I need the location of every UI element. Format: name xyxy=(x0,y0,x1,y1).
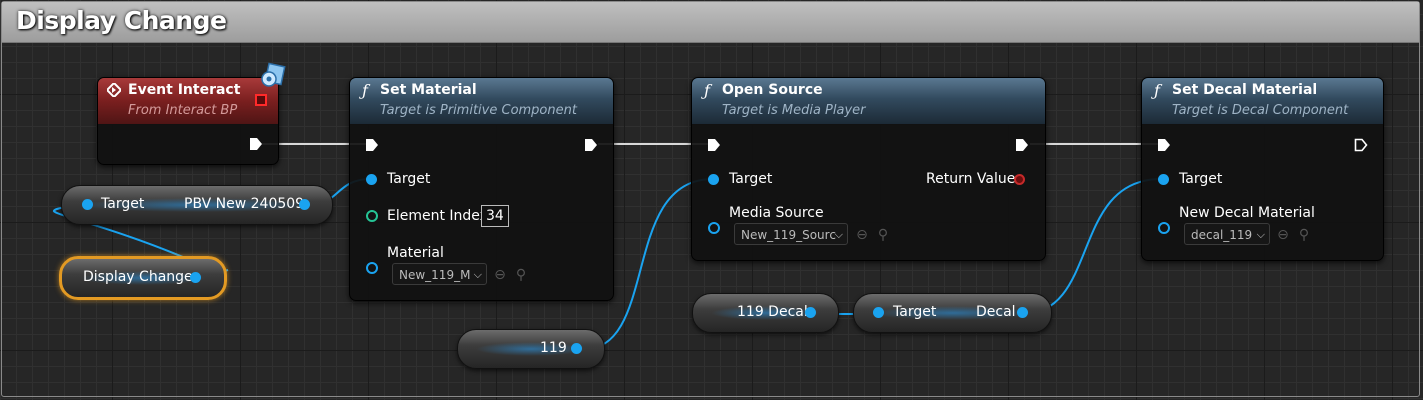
open-source-header[interactable]: ƒ Open Source Target is Media Player xyxy=(692,78,1045,125)
function-icon: ƒ xyxy=(704,81,710,100)
var-119-decal-out-pin[interactable] xyxy=(805,307,816,318)
target-in-pin[interactable] xyxy=(82,199,93,210)
exec-out-pin[interactable] xyxy=(1015,138,1029,152)
return-value-label: Return Value xyxy=(926,171,1016,187)
target-left-label: Target xyxy=(101,196,145,212)
get-decal-out-pin[interactable] xyxy=(1017,307,1028,318)
pbv-out-pin[interactable] xyxy=(299,199,310,210)
open-source-node[interactable]: ƒ Open Source Target is Media Player Tar… xyxy=(691,77,1046,261)
open-source-subtitle: Target is Media Player xyxy=(722,103,866,118)
display-change-var-node[interactable]: Display Change xyxy=(59,256,227,300)
function-icon: ƒ xyxy=(362,81,368,100)
broadcast-icon xyxy=(261,62,286,87)
var-119-out-pin[interactable] xyxy=(571,343,582,354)
var-119-decal-label: 119 Decal xyxy=(737,304,808,320)
display-change-label: Display Change xyxy=(83,269,193,285)
display-change-out-pin[interactable] xyxy=(190,272,201,283)
comment-title[interactable]: Display Change xyxy=(16,6,227,35)
use-selected-icon[interactable]: ⊖ xyxy=(854,227,870,243)
decal-material-dropdown[interactable]: decal_119 ⌵ xyxy=(1184,223,1270,245)
target-pin[interactable] xyxy=(366,174,377,185)
get-decal-target-label: Target xyxy=(893,304,937,320)
get-decal-node[interactable]: Target Decal xyxy=(853,293,1052,333)
chevron-down-icon: ⌵ xyxy=(1256,228,1265,241)
pill-glow xyxy=(476,342,586,356)
open-source-title: Open Source xyxy=(722,82,823,98)
use-selected-icon[interactable]: ⊖ xyxy=(1275,227,1291,243)
browse-search-icon[interactable]: ⚲ xyxy=(1296,227,1312,243)
target-label: Target xyxy=(1179,171,1223,187)
event-diamond-icon xyxy=(107,83,121,97)
target-label: Target xyxy=(387,171,431,187)
set-decal-material-header[interactable]: ƒ Set Decal Material Target is Decal Com… xyxy=(1142,78,1383,125)
target-pin[interactable] xyxy=(708,174,719,185)
set-material-title: Set Material xyxy=(380,82,477,98)
element-index-input[interactable]: 34 xyxy=(481,205,509,227)
media-source-dropdown[interactable]: New_119_Sourc ⌵ xyxy=(734,223,848,245)
set-material-subtitle: Target is Primitive Component xyxy=(380,103,577,118)
browse-search-icon[interactable]: ⚲ xyxy=(875,227,891,243)
get-decal-target-pin[interactable] xyxy=(873,307,884,318)
set-decal-material-title: Set Decal Material xyxy=(1172,82,1318,98)
element-index-pin[interactable] xyxy=(366,210,378,222)
use-selected-icon[interactable]: ⊖ xyxy=(492,267,508,283)
return-value-pin[interactable] xyxy=(1014,174,1025,185)
event-node-title: Event Interact xyxy=(128,82,241,98)
media-source-pin[interactable] xyxy=(708,222,720,234)
exec-out-pin[interactable] xyxy=(584,138,598,152)
event-interact-node[interactable]: Event Interact From Interact BP xyxy=(97,77,279,165)
exec-in-pin[interactable] xyxy=(365,138,379,152)
comment-bar[interactable]: Display Change xyxy=(2,2,1419,43)
event-node-subtitle: From Interact BP xyxy=(128,103,238,118)
var-119-node[interactable]: 119 xyxy=(457,329,605,369)
get-decal-decal-label: Decal xyxy=(976,304,1016,320)
target-label: Target xyxy=(729,171,773,187)
event-red-square-icon xyxy=(255,94,267,106)
exec-out-pin-unconnected[interactable] xyxy=(1354,138,1368,152)
media-source-label: Media Source xyxy=(729,205,824,221)
material-label: Material xyxy=(387,245,444,261)
new-decal-material-label: New Decal Material xyxy=(1179,205,1315,221)
exec-in-pin[interactable] xyxy=(707,138,721,152)
material-pin[interactable] xyxy=(366,262,378,274)
decal-material-value: decal_119 xyxy=(1191,228,1253,242)
var-119-label: 119 xyxy=(540,340,567,356)
pbv-label: PBV New 240509 xyxy=(184,196,305,212)
exec-out-pin[interactable] xyxy=(249,137,263,151)
set-material-header[interactable]: ƒ Set Material Target is Primitive Compo… xyxy=(350,78,613,125)
media-source-value: New_119_Sourc xyxy=(741,228,836,242)
set-decal-material-node[interactable]: ƒ Set Decal Material Target is Decal Com… xyxy=(1141,77,1384,261)
target-pbv-get-node[interactable]: Target PBV New 240509 xyxy=(61,185,333,225)
material-dropdown[interactable]: New_119_M ⌵ xyxy=(392,263,487,285)
browse-search-icon[interactable]: ⚲ xyxy=(513,267,529,283)
set-decal-material-subtitle: Target is Decal Component xyxy=(1172,103,1349,118)
material-value: New_119_M xyxy=(399,268,471,282)
chevron-down-icon: ⌵ xyxy=(473,268,482,281)
event-node-header[interactable]: Event Interact From Interact BP xyxy=(98,78,278,125)
new-decal-material-pin[interactable] xyxy=(1158,222,1170,234)
element-index-label: Element Index xyxy=(387,208,488,224)
set-material-node[interactable]: ƒ Set Material Target is Primitive Compo… xyxy=(349,77,614,301)
chevron-down-icon: ⌵ xyxy=(834,228,843,241)
target-pin[interactable] xyxy=(1158,174,1169,185)
exec-in-pin[interactable] xyxy=(1157,138,1171,152)
var-119-decal-node[interactable]: 119 Decal xyxy=(692,293,839,333)
function-icon: ƒ xyxy=(1154,81,1160,100)
